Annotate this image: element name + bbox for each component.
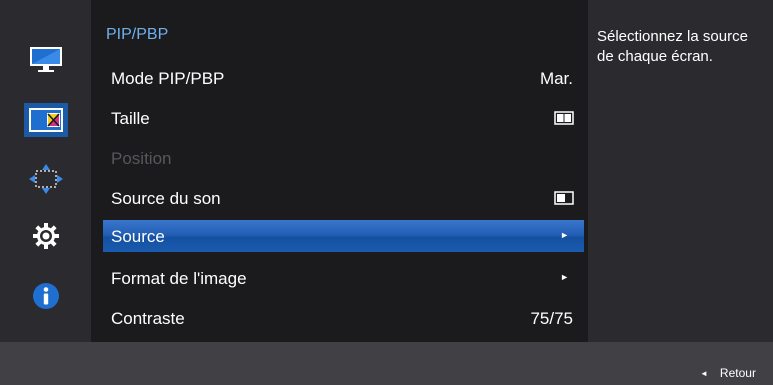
- menu-item-label: Contraste: [111, 309, 185, 328]
- menu-item-label: Source: [111, 227, 165, 246]
- chevron-right-icon: ►: [560, 230, 569, 240]
- help-text: Sélectionnez la source de chaque écran.: [597, 28, 748, 65]
- bottom-bar: ◄ Retour: [0, 342, 773, 385]
- help-panel: Sélectionnez la source de chaque écran.: [588, 0, 773, 342]
- pip-pbp-icon[interactable]: [24, 103, 68, 137]
- menu-item-mode-pip-pbp[interactable]: Mode PIP/PBP Mar.: [103, 62, 584, 94]
- menu-item-contraste[interactable]: Contraste 75/75: [103, 302, 584, 334]
- back-button[interactable]: ◄ Retour: [700, 366, 756, 380]
- pip-pbp-menu: PIP/PBP Mode PIP/PBP Mar. Taille Positio…: [91, 0, 588, 345]
- menu-item-value: Mar.: [539, 69, 573, 88]
- chevron-right-icon: ►: [560, 272, 569, 282]
- info-icon[interactable]: [24, 279, 68, 313]
- pbp-size-icon: [554, 110, 574, 130]
- menu-title: PIP/PBP: [106, 26, 169, 43]
- menu-item-position: Position: [103, 142, 584, 174]
- menu-item-source-du-son[interactable]: Source du son: [103, 182, 584, 214]
- menu-item-taille[interactable]: Taille: [103, 102, 584, 134]
- menu-item-label: Format de l'image: [111, 269, 247, 288]
- back-label: Retour: [719, 366, 756, 380]
- gear-icon[interactable]: [24, 219, 68, 253]
- monitor-icon[interactable]: [24, 42, 68, 76]
- sidebar: [0, 0, 91, 342]
- menu-item-label: Taille: [111, 109, 150, 128]
- menu-item-value: 75/75: [530, 309, 573, 328]
- screen-position-icon[interactable]: [24, 162, 68, 196]
- sound-source-icon: [554, 190, 574, 210]
- arrow-left-icon: ◄: [700, 369, 708, 378]
- menu-item-label: Position: [111, 149, 172, 168]
- menu-item-label: Source du son: [111, 189, 221, 208]
- menu-item-format-image[interactable]: Format de l'image ►: [103, 262, 584, 294]
- menu-item-source[interactable]: Source ►: [103, 220, 584, 252]
- menu-item-label: Mode PIP/PBP: [111, 69, 225, 88]
